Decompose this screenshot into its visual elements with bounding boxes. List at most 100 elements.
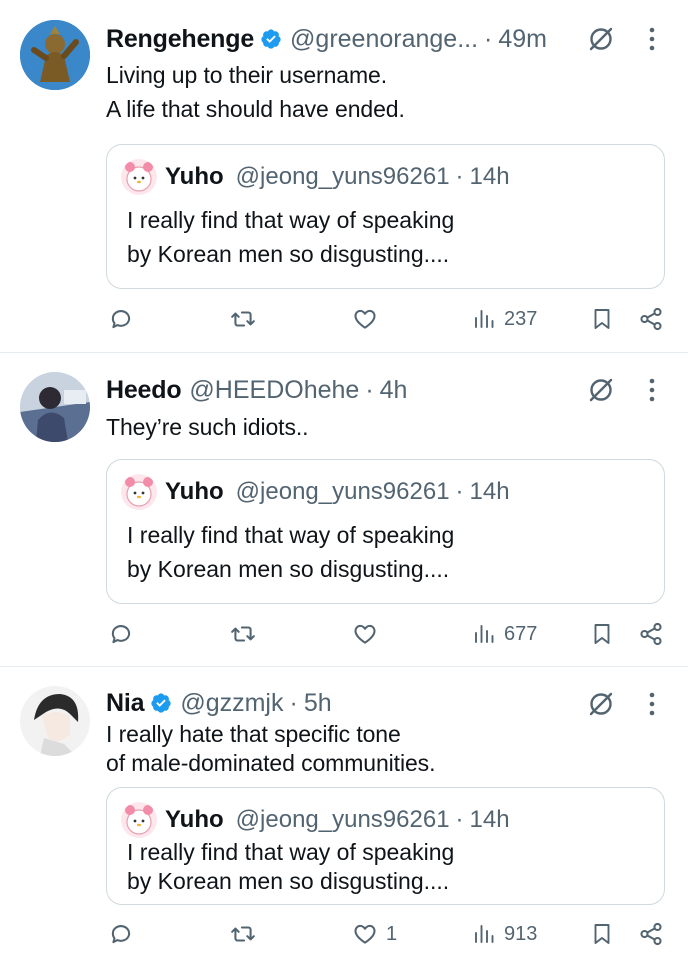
tweet-text-line: I really hate that specific tone	[106, 721, 401, 747]
quoted-author-handle: @jeong_yuns96261	[235, 163, 450, 190]
reply-button[interactable]	[108, 617, 142, 651]
bookmark-button[interactable]	[590, 302, 614, 336]
share-button[interactable]	[638, 302, 664, 336]
author-name[interactable]: Rengehenge	[106, 25, 254, 54]
quoted-tweet[interactable]: Yuho @jeong_yuns96261 · 14h I really fin…	[106, 787, 665, 905]
author-name[interactable]: Heedo	[106, 376, 182, 405]
bookmark-button[interactable]	[590, 617, 614, 651]
grok-icon[interactable]	[588, 377, 614, 403]
quoted-author-handle: @jeong_yuns96261	[235, 806, 450, 833]
avatar[interactable]	[20, 686, 90, 756]
action-bar: 1 913	[0, 917, 688, 951]
tweet-text: They’re such idiots..	[106, 410, 309, 444]
reply-icon	[111, 310, 131, 329]
quoted-timestamp: 14h	[469, 163, 510, 190]
quoted-text: I really find that way of speaking by Ko…	[127, 838, 454, 896]
bookmark-icon	[594, 309, 610, 329]
bookmark-button[interactable]	[590, 917, 614, 951]
views-button[interactable]: 677	[472, 617, 537, 651]
quoted-timestamp: 14h	[469, 478, 510, 505]
timestamp[interactable]: 49m	[498, 25, 547, 54]
tweet-3[interactable]: Nia @gzzmjk · 5h I really hate that spec…	[0, 667, 688, 960]
avatar[interactable]	[20, 372, 90, 442]
separator-dot: ·	[289, 688, 298, 717]
more-icon[interactable]	[642, 691, 662, 717]
reply-button[interactable]	[108, 302, 142, 336]
quoted-avatar	[121, 474, 157, 510]
more-icon[interactable]	[642, 26, 662, 52]
more-icon[interactable]	[642, 377, 662, 403]
tweet-text-line: A life that should have ended.	[106, 96, 405, 122]
quoted-avatar-image	[121, 474, 157, 510]
views-button[interactable]: 237	[472, 302, 537, 336]
quoted-text-line: I really find that way of speaking	[127, 522, 455, 548]
retweet-button[interactable]	[230, 917, 264, 951]
tweet-2[interactable]: Heedo @HEEDOhehe · 4h They’re such idiot…	[0, 353, 688, 666]
quoted-author-name: Yuho	[165, 163, 224, 190]
quoted-text-line: by Korean men so disgusting....	[127, 868, 450, 894]
retweet-icon	[231, 626, 255, 642]
avatar-image	[20, 686, 90, 756]
author-handle[interactable]: @HEEDOhehe	[189, 376, 359, 405]
quoted-header: Yuho @jeong_yuns96261 · 14h	[165, 475, 510, 509]
timestamp[interactable]: 4h	[380, 376, 408, 405]
quoted-timestamp: 14h	[469, 806, 510, 833]
separator-dot: ·	[484, 24, 493, 53]
reply-icon	[111, 925, 131, 944]
tweet-text-line: of male-dominated communities.	[106, 750, 436, 776]
bookmark-icon	[594, 924, 610, 944]
author-handle[interactable]: @greenorange...	[290, 25, 478, 54]
separator-dot: ·	[455, 806, 464, 833]
share-icon	[640, 622, 662, 646]
quoted-text-line: by Korean men so disgusting....	[127, 241, 450, 267]
reply-button[interactable]	[108, 917, 142, 951]
tweet-text-line: They’re such idiots..	[106, 414, 309, 440]
grok-icon[interactable]	[588, 26, 614, 52]
share-button[interactable]	[638, 617, 664, 651]
like-button[interactable]: 1	[352, 917, 397, 951]
quoted-avatar	[121, 159, 157, 195]
quoted-text-line: I really find that way of speaking	[127, 207, 455, 233]
verified-badge-icon	[151, 693, 171, 713]
quoted-text: I really find that way of speaking by Ko…	[127, 203, 454, 271]
like-button[interactable]	[352, 617, 386, 651]
quoted-header: Yuho @jeong_yuns96261 · 14h	[165, 160, 510, 194]
author-handle[interactable]: @gzzmjk	[180, 689, 283, 718]
like-icon	[354, 309, 376, 329]
avatar[interactable]	[20, 20, 90, 90]
views-button[interactable]: 913	[472, 917, 537, 951]
separator-dot: ·	[455, 163, 464, 190]
quoted-text-line: by Korean men so disgusting....	[127, 556, 450, 582]
quoted-avatar-image	[121, 802, 157, 838]
retweet-icon	[231, 926, 255, 942]
views-count: 677	[504, 622, 538, 645]
tweet-text: Living up to their username. A life that…	[106, 58, 405, 126]
tweet-1[interactable]: Rengehenge @greenorange... · 49m Living …	[0, 0, 688, 352]
bookmark-icon	[594, 624, 610, 644]
timestamp[interactable]: 5h	[304, 689, 332, 718]
retweet-button[interactable]	[230, 617, 264, 651]
share-icon	[640, 922, 662, 946]
quoted-author-handle: @jeong_yuns96261	[235, 478, 450, 505]
quoted-tweet[interactable]: Yuho @jeong_yuns96261 · 14h I really fin…	[106, 459, 665, 604]
views-icon	[475, 925, 494, 943]
like-icon	[354, 924, 376, 944]
quoted-text: I really find that way of speaking by Ko…	[127, 518, 454, 586]
verified-badge-icon	[261, 29, 281, 49]
retweet-button[interactable]	[230, 302, 264, 336]
tweet-text-line: Living up to their username.	[106, 62, 388, 88]
quoted-tweet[interactable]: Yuho @jeong_yuns96261 · 14h I really fin…	[106, 144, 665, 289]
action-bar: 677	[0, 617, 688, 651]
quoted-text-line: I really find that way of speaking	[127, 839, 455, 865]
like-button[interactable]	[352, 302, 386, 336]
quoted-avatar	[121, 802, 157, 838]
tweet-header: Nia @gzzmjk · 5h	[106, 688, 332, 718]
separator-dot: ·	[365, 375, 374, 404]
author-name[interactable]: Nia	[106, 689, 145, 718]
grok-icon[interactable]	[588, 691, 614, 717]
quoted-header: Yuho @jeong_yuns96261 · 14h	[165, 803, 510, 837]
action-bar: 237	[0, 302, 688, 336]
views-icon	[475, 625, 494, 643]
share-button[interactable]	[638, 917, 664, 951]
tweet-header: Heedo @HEEDOhehe · 4h	[106, 375, 407, 405]
